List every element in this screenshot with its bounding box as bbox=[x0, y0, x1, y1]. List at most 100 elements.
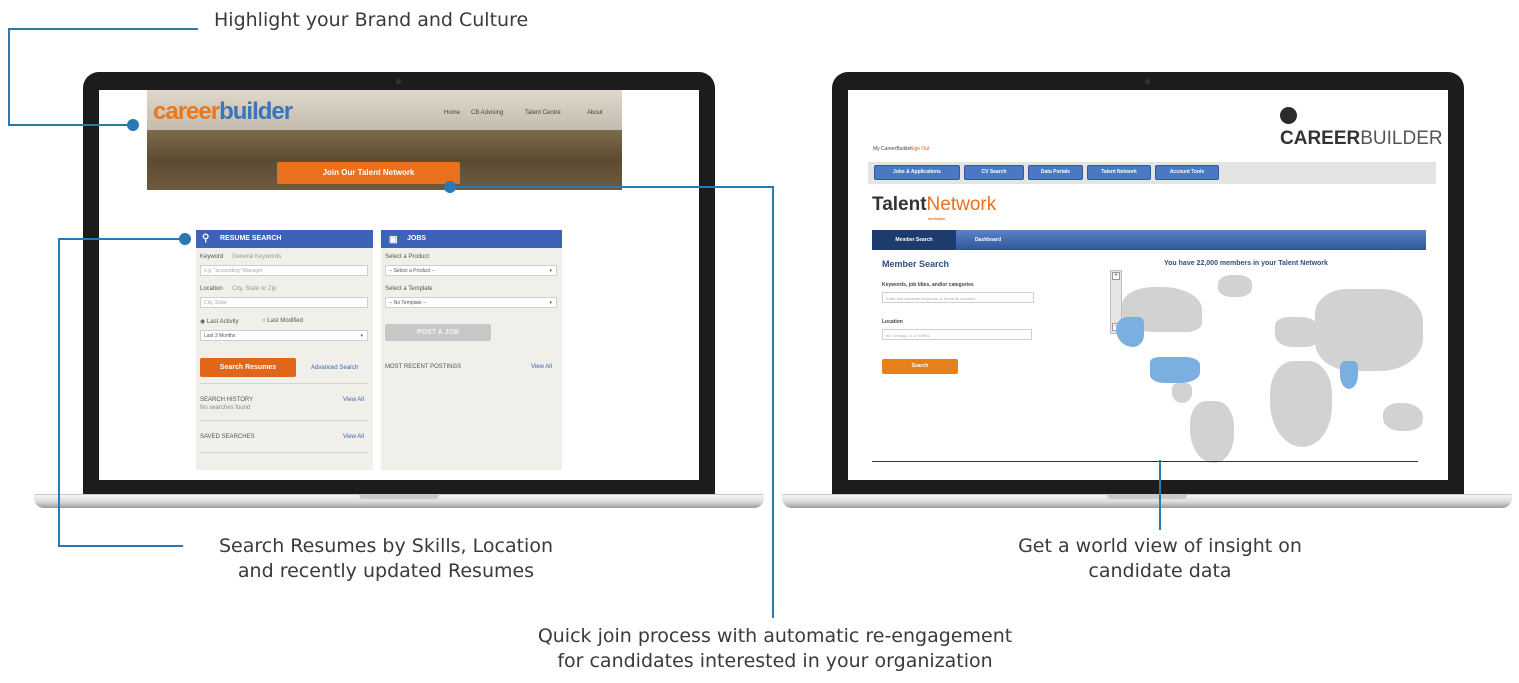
chevron-down-icon: ▾ bbox=[549, 268, 552, 274]
product-label: Select a Product bbox=[385, 254, 430, 260]
my-careerbuilder-label: My CareerBuilder bbox=[873, 146, 912, 152]
location-input[interactable]: ex: Chicago, IL or 60601 bbox=[882, 329, 1032, 340]
callout-search-line2: and recently updated Resumes bbox=[237, 560, 535, 582]
template-label: Select a Template bbox=[385, 286, 433, 292]
search-callout-line bbox=[58, 545, 183, 547]
nav-about[interactable]: About bbox=[587, 110, 603, 116]
tab-account-tools[interactable]: Account Tools bbox=[1155, 165, 1219, 180]
jobs-title: JOBS bbox=[407, 235, 427, 242]
search-button[interactable]: Search bbox=[882, 359, 958, 374]
template-select[interactable]: -- No Template -- ▾ bbox=[385, 297, 557, 308]
brand-callout-line bbox=[8, 124, 132, 126]
radio-last-modified[interactable]: ○ Last Modified bbox=[262, 318, 303, 324]
callout-world-line2: candidate data bbox=[1088, 560, 1232, 582]
keyword-hint: General Keywords bbox=[232, 254, 282, 260]
divider bbox=[200, 452, 368, 453]
careerbuilder-brand[interactable]: CAREERBUILDER bbox=[1280, 106, 1448, 150]
tab-data-portals[interactable]: Data Portals bbox=[1028, 165, 1083, 180]
join-callout-line bbox=[450, 186, 774, 188]
sign-out-link[interactable]: Sign Out bbox=[910, 146, 929, 152]
nav-home[interactable]: Home bbox=[444, 110, 460, 116]
nav-advising[interactable]: CB Advising bbox=[471, 110, 503, 116]
jobs-header: ▣ JOBS bbox=[381, 230, 562, 248]
map-greenland bbox=[1218, 275, 1252, 297]
world-map[interactable] bbox=[1110, 275, 1426, 463]
keywords-input[interactable]: Enter and separate keywords or terms by … bbox=[882, 292, 1034, 303]
search-history-empty: No searches found bbox=[200, 405, 251, 411]
recent-view-all-link[interactable]: View All bbox=[531, 364, 552, 370]
subtab-member-search[interactable]: Member Search bbox=[872, 230, 956, 250]
map-central-america bbox=[1172, 383, 1192, 403]
member-search-title: Member Search bbox=[882, 259, 950, 269]
callout-search-text: Search Resumes by Skills, Location and r… bbox=[186, 534, 586, 584]
date-range-select[interactable]: Last 3 Months ▾ bbox=[200, 330, 368, 341]
talent-network-sub: workable bbox=[928, 216, 946, 221]
location-label: Location bbox=[200, 286, 223, 292]
saved-view-all-link[interactable]: View All bbox=[343, 434, 364, 440]
logo-builder: builder bbox=[219, 98, 293, 125]
tab-talent-network[interactable]: Talent Network bbox=[1087, 165, 1151, 180]
search-resumes-button[interactable]: Search Resumes bbox=[200, 358, 296, 377]
right-laptop-camera bbox=[1145, 79, 1150, 84]
keyword-input[interactable]: e.g. "accounting" Manager bbox=[200, 265, 368, 276]
map-australia bbox=[1383, 403, 1423, 431]
tab-cv-search[interactable]: CV Search bbox=[964, 165, 1024, 180]
search-callout-line bbox=[58, 238, 182, 240]
right-laptop-base bbox=[782, 494, 1512, 508]
callout-join-line2: for candidates interested in your organi… bbox=[557, 650, 993, 672]
world-callout-line bbox=[1159, 460, 1161, 530]
resume-search-title: RESUME SEARCH bbox=[220, 235, 282, 242]
logo-career: career bbox=[153, 98, 220, 125]
map-alaska-highlight bbox=[1116, 317, 1144, 347]
radio-last-modified-label: Last Modified bbox=[267, 318, 303, 324]
brand-word-builder: BUILDER bbox=[1360, 128, 1443, 149]
keywords-label: Keywords, job titles, and/or categories bbox=[882, 282, 974, 288]
callout-search-line1: Search Resumes by Skills, Location bbox=[218, 535, 553, 557]
left-laptop-notch bbox=[359, 495, 439, 499]
brand-callout-line bbox=[8, 28, 198, 30]
nav-talent-centre[interactable]: Talent Centre bbox=[525, 110, 561, 116]
search-history-label[interactable]: SEARCH HISTORY bbox=[200, 397, 253, 403]
radio-last-activity[interactable]: ◉ Last Activity bbox=[200, 318, 239, 325]
map-asia bbox=[1315, 289, 1423, 371]
careerbuilder-logo[interactable]: careerbuilder bbox=[153, 98, 293, 126]
careerbuilder-logo-icon bbox=[1280, 107, 1297, 124]
location-hint: City, State or Zip bbox=[232, 286, 277, 292]
left-laptop-screen: careerbuilder Home CB Advising Talent Ce… bbox=[99, 90, 699, 480]
tab-jobs-applications[interactable]: Jobs & Applications bbox=[874, 165, 960, 180]
chevron-down-icon: ▾ bbox=[549, 300, 552, 306]
brand-callout-dot bbox=[127, 119, 139, 131]
product-select-value: -- Select a Product -- bbox=[389, 268, 436, 274]
resume-search-header: ⚲ RESUME SEARCH bbox=[196, 230, 373, 248]
brand-callout-line bbox=[8, 28, 10, 125]
post-job-button[interactable]: POST A JOB bbox=[385, 324, 491, 341]
map-africa bbox=[1270, 361, 1332, 447]
briefcase-icon: ▣ bbox=[389, 234, 398, 244]
template-select-value: -- No Template -- bbox=[389, 300, 427, 306]
callout-world-line1: Get a world view of insight on bbox=[1018, 535, 1302, 557]
saved-searches-label[interactable]: SAVED SEARCHES bbox=[200, 434, 255, 440]
divider bbox=[200, 383, 368, 384]
history-view-all-link[interactable]: View All bbox=[343, 397, 364, 403]
map-usa-highlight bbox=[1150, 357, 1200, 383]
recent-postings-label[interactable]: MOST RECENT POSTINGS bbox=[385, 364, 461, 370]
talent-network-logo: TalentNetwork bbox=[872, 194, 996, 216]
right-laptop-screen: CAREERBUILDER My CareerBuilder Sign Out … bbox=[848, 90, 1448, 480]
location-input[interactable]: City, State bbox=[200, 297, 368, 308]
keyword-label: Keyword bbox=[200, 254, 224, 260]
search-callout-line bbox=[58, 238, 60, 547]
radio-last-activity-label: Last Activity bbox=[206, 319, 239, 325]
talent-word: Talent bbox=[872, 194, 927, 215]
network-word: Network bbox=[926, 194, 997, 215]
left-laptop-base bbox=[34, 494, 764, 508]
join-talent-network-button[interactable]: Join Our Talent Network bbox=[277, 162, 460, 184]
product-select[interactable]: -- Select a Product -- ▾ bbox=[385, 265, 557, 276]
map-bottom-rule bbox=[872, 461, 1418, 462]
map-europe bbox=[1275, 317, 1319, 347]
map-south-america bbox=[1190, 401, 1234, 463]
resume-search-panel: ⚲ RESUME SEARCH Keyword General Keywords… bbox=[196, 230, 373, 470]
subtab-dashboard[interactable]: Dashboard bbox=[958, 230, 1018, 250]
location-label: Location bbox=[882, 319, 903, 325]
advanced-search-link[interactable]: Advanced Search bbox=[311, 365, 358, 371]
careerbuilder-banner: careerbuilder Home CB Advising Talent Ce… bbox=[147, 90, 622, 190]
